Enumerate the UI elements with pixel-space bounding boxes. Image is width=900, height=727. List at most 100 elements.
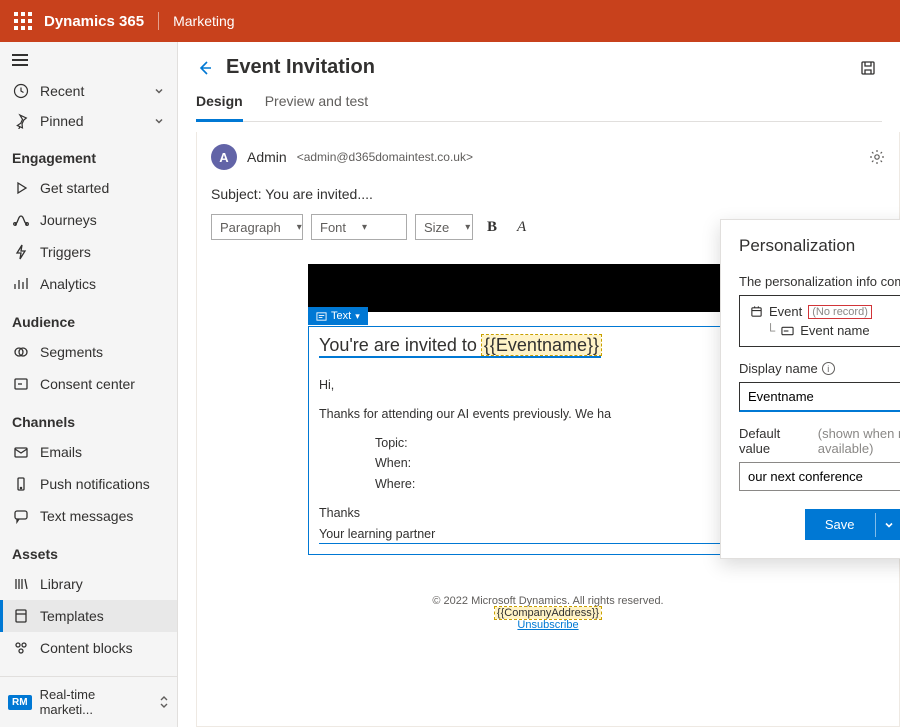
hero-bar: ◎ C [308, 264, 788, 312]
chevron-down-icon: ▾ [465, 222, 470, 233]
default-value-label: Default value (shown when no data is ava… [739, 426, 900, 456]
chat-icon [12, 507, 30, 525]
picker-entity: Event [769, 304, 802, 319]
text-block[interactable]: Text ▾ You're are invited to {{Eventname… [308, 326, 788, 555]
tab-preview[interactable]: Preview and test [265, 93, 369, 121]
nav-label: Library [40, 576, 83, 592]
personalization-token[interactable]: {{Eventname}} [482, 335, 601, 355]
bold-button[interactable]: B [481, 219, 503, 236]
headline-prefix: You're are invited to [319, 335, 482, 355]
sidebar-collapse-button[interactable] [0, 50, 177, 76]
mail-icon [12, 443, 30, 461]
tab-design[interactable]: Design [196, 93, 243, 122]
templates-icon [12, 607, 30, 625]
calendar-icon [750, 305, 763, 318]
sidebar: Recent Pinned Engagement Get started Jou… [0, 42, 178, 727]
app-launcher-icon[interactable] [14, 12, 32, 30]
area-switcher[interactable]: RM Real-time marketi... [0, 676, 177, 727]
nav-label: Get started [40, 180, 109, 196]
sidebar-item-consent-center[interactable]: Consent center [0, 368, 177, 400]
field-icon [781, 326, 794, 336]
save-split-button[interactable] [875, 513, 900, 537]
sidebar-pinned[interactable]: Pinned [0, 106, 177, 136]
push-icon [12, 475, 30, 493]
sidebar-item-content-blocks[interactable]: Content blocks [0, 632, 177, 664]
headline[interactable]: You're are invited to {{Eventname}} [319, 335, 777, 358]
info-source-label: The personalization info comes from [739, 274, 900, 289]
sidebar-item-library[interactable]: Library [0, 568, 177, 600]
main: Event Invitation Design Preview and test… [178, 42, 900, 727]
save-button-group: Save [805, 509, 900, 540]
settings-button[interactable] [869, 149, 885, 165]
sidebar-recent-label: Recent [40, 83, 84, 99]
nav-label: Templates [40, 608, 104, 624]
body-when: When: [319, 454, 777, 473]
picker-field: Event name [800, 323, 869, 338]
display-name-input[interactable] [739, 382, 900, 412]
global-header: Dynamics 365 Marketing [0, 0, 900, 42]
sidebar-item-push[interactable]: Push notifications [0, 468, 177, 500]
nav-label: Consent center [40, 376, 135, 392]
footer-copyright: © 2022 Microsoft Dynamics. All rights re… [308, 595, 788, 607]
sidebar-group-assets: Assets [0, 532, 177, 568]
brand-label: Dynamics 365 [44, 13, 144, 30]
body-greeting: Hi, [319, 376, 777, 395]
sidebar-group-channels: Channels [0, 400, 177, 436]
body-thanks: Thanks [319, 504, 777, 523]
subject-row[interactable]: Subject: You are invited.... [211, 186, 885, 202]
area-label: Real-time marketi... [40, 687, 151, 717]
sidebar-item-emails[interactable]: Emails [0, 436, 177, 468]
anchor-button[interactable]: A [511, 219, 532, 236]
brand-divider [158, 12, 159, 30]
font-select[interactable]: Font▾ [311, 214, 407, 240]
subject-value: You are invited.... [265, 186, 373, 202]
play-icon [12, 179, 30, 197]
sidebar-item-triggers[interactable]: Triggers [0, 236, 177, 268]
sidebar-item-journeys[interactable]: Journeys [0, 204, 177, 236]
avatar: A [211, 144, 237, 170]
chevron-down-icon: ▾ [355, 311, 360, 322]
chevron-down-icon [153, 115, 165, 127]
back-button[interactable] [196, 59, 214, 77]
info-icon[interactable]: i [822, 362, 835, 375]
nav-label: Push notifications [40, 476, 150, 492]
body-where: Where: [319, 475, 777, 494]
personalization-panel: Personalization The personalization info… [720, 219, 900, 559]
sidebar-item-templates[interactable]: Templates [0, 600, 177, 632]
tabs: Design Preview and test [196, 93, 882, 122]
address-token[interactable]: {{CompanyAddress}} [495, 607, 601, 619]
default-value-input[interactable] [739, 462, 900, 491]
sidebar-pinned-label: Pinned [40, 113, 84, 129]
email-footer: © 2022 Microsoft Dynamics. All rights re… [308, 595, 788, 631]
nav-label: Triggers [40, 244, 91, 260]
sidebar-item-segments[interactable]: Segments [0, 336, 177, 368]
pin-icon [12, 112, 30, 130]
product-label: Marketing [173, 13, 234, 29]
journey-icon [12, 211, 30, 229]
save-record-button[interactable] [860, 60, 882, 76]
bolt-icon [12, 243, 30, 261]
area-badge: RM [8, 695, 32, 710]
save-button[interactable]: Save [805, 510, 875, 539]
select-value: Font [320, 220, 346, 235]
sidebar-item-text[interactable]: Text messages [0, 500, 177, 532]
nav-label: Analytics [40, 276, 96, 292]
body-topic: Topic: [319, 434, 777, 453]
paragraph-select[interactable]: Paragraph▾ [211, 214, 303, 240]
nav-label: Text messages [40, 508, 133, 524]
sidebar-item-get-started[interactable]: Get started [0, 172, 177, 204]
sidebar-recent[interactable]: Recent [0, 76, 177, 106]
size-select[interactable]: Size ▾ [415, 214, 473, 240]
sidebar-item-analytics[interactable]: Analytics [0, 268, 177, 300]
select-value: Size [424, 220, 449, 235]
from-email: <admin@d365domaintest.co.uk> [297, 150, 473, 164]
unsubscribe-link[interactable]: Unsubscribe [517, 619, 578, 631]
page-header: Event Invitation Design Preview and test [178, 42, 900, 122]
display-name-label: Display name i [739, 361, 900, 376]
data-source-picker[interactable]: Event (No record) └ Event name [739, 295, 900, 347]
body-text[interactable]: Hi, Thanks for attending our AI events p… [319, 376, 777, 544]
clock-icon [12, 82, 30, 100]
nav-label: Content blocks [40, 640, 133, 656]
text-block-tag[interactable]: Text ▾ [308, 307, 368, 325]
consent-icon [12, 375, 30, 393]
